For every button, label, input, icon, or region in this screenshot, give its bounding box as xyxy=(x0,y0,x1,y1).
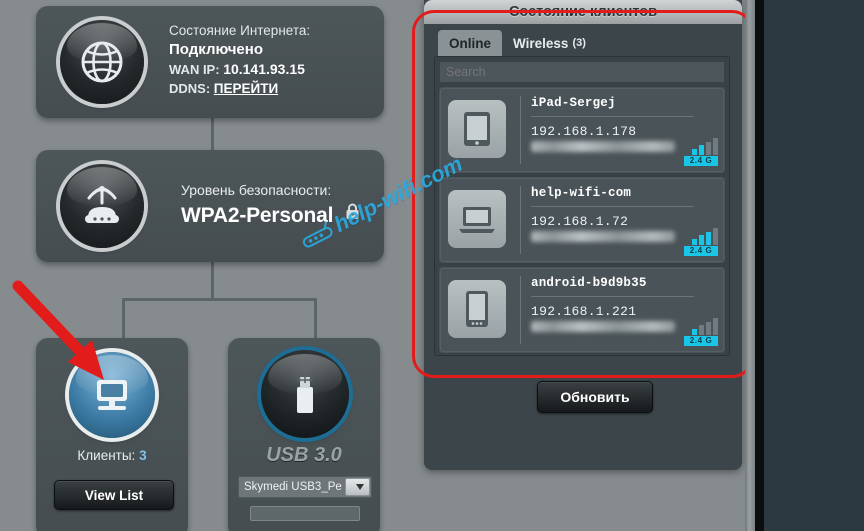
phone-icon xyxy=(448,280,506,338)
clients-count-label: Клиенты: xyxy=(77,448,136,463)
client-row-2[interactable]: android-b9d9b35 192.168.1.221 2.4 G xyxy=(439,267,725,353)
tablet-icon xyxy=(448,100,506,158)
clients-card[interactable]: Клиенты: 3 View List xyxy=(36,338,188,531)
internet-status-text: Состояние Интернета: Подключено WAN IP: … xyxy=(169,22,310,98)
client-mac-blurred-2 xyxy=(531,321,676,332)
refresh-button[interactable]: Обновить xyxy=(537,381,653,413)
band-badge-0: 2.4 G xyxy=(684,156,718,166)
client-list: iPad-Sergej 192.168.1.178 2.4 G xyxy=(434,56,730,356)
connector-line xyxy=(122,298,125,338)
client-row-1[interactable]: help-wifi-com 192.168.1.72 2.4 G xyxy=(439,177,725,263)
signal-bars-icon xyxy=(684,318,718,335)
client-status-tabs: Online Wireless (3) xyxy=(438,30,597,56)
usb-card[interactable]: USB 3.0 Skymedi USB3_Pe xyxy=(228,338,380,531)
usb-device-select[interactable]: Skymedi USB3_Pe xyxy=(238,476,372,498)
connector-line xyxy=(122,298,317,301)
clients-count-caption: Клиенты: 3 xyxy=(36,448,188,463)
tab-wireless-label: Wireless xyxy=(513,35,569,51)
laptop-icon xyxy=(448,190,506,248)
ddns-link[interactable]: ПЕРЕЙТИ xyxy=(214,81,278,96)
client-ip-0: 192.168.1.178 xyxy=(531,124,637,139)
ddns-row: DDNS: ПЕРЕЙТИ xyxy=(169,79,310,98)
tab-online-label: Online xyxy=(449,35,492,51)
wan-ip-value: 10.141.93.15 xyxy=(223,61,305,77)
lock-icon xyxy=(345,200,360,228)
wan-ip-row: WAN IP: 10.141.93.15 xyxy=(169,60,310,79)
signal-bars-icon xyxy=(684,228,718,245)
signal-bars-icon xyxy=(684,138,718,155)
security-level-text: Уровень безопасности: WPA2-Personal xyxy=(181,180,360,230)
monitor-icon xyxy=(69,352,155,438)
divider xyxy=(531,296,694,297)
router-dashboard: Состояние Интернета: Подключено WAN IP: … xyxy=(0,0,755,531)
view-list-button[interactable]: View List xyxy=(54,480,174,510)
globe-icon xyxy=(60,20,144,104)
security-level-label: Уровень безопасности: xyxy=(181,182,332,198)
client-status-title: Состояние клиентов xyxy=(424,0,742,24)
tab-wireless[interactable]: Wireless (3) xyxy=(502,30,597,56)
divider xyxy=(531,206,694,207)
search-input[interactable] xyxy=(439,61,725,83)
signal-indicator-0: 2.4 G xyxy=(684,138,718,166)
band-badge-2: 2.4 G xyxy=(684,336,718,346)
clients-count-value: 3 xyxy=(139,448,147,463)
client-ip-2: 192.168.1.221 xyxy=(531,304,637,319)
security-level-card[interactable]: Уровень безопасности: WPA2-Personal xyxy=(36,150,384,262)
ddns-label: DDNS: xyxy=(169,81,211,96)
usb-capacity-bar xyxy=(250,506,360,521)
wan-ip-label: WAN IP: xyxy=(169,62,220,77)
internet-status-value: Подключено xyxy=(169,41,263,58)
router-signal-icon xyxy=(60,164,144,248)
client-name-0: iPad-Sergej xyxy=(531,96,616,110)
connector-line xyxy=(211,118,214,150)
tab-online[interactable]: Online xyxy=(438,30,503,56)
signal-indicator-1: 2.4 G xyxy=(684,228,718,256)
client-name-2: android-b9d9b35 xyxy=(531,276,647,290)
client-mac-blurred-0 xyxy=(531,141,676,152)
usb-device-value: Skymedi USB3_Pe xyxy=(244,481,342,493)
client-row-0[interactable]: iPad-Sergej 192.168.1.178 2.4 G xyxy=(439,87,725,173)
security-level-value: WPA2-Personal xyxy=(181,204,334,227)
client-mac-blurred-1 xyxy=(531,231,676,242)
usb-drive-icon xyxy=(261,350,349,438)
client-ip-1: 192.168.1.72 xyxy=(531,214,629,229)
divider xyxy=(531,116,694,117)
chevron-down-icon[interactable] xyxy=(345,478,370,496)
internet-status-label: Состояние Интернета: xyxy=(169,23,311,38)
band-badge-1: 2.4 G xyxy=(684,246,718,256)
usb-title: USB 3.0 xyxy=(266,444,342,466)
tab-wireless-count: (3) xyxy=(572,37,586,49)
connector-line xyxy=(211,262,214,300)
client-name-1: help-wifi-com xyxy=(531,186,632,200)
connector-line xyxy=(314,298,317,338)
signal-indicator-2: 2.4 G xyxy=(684,318,718,346)
security-level-value-row: WPA2-Personal xyxy=(181,200,360,230)
page-background xyxy=(755,0,864,531)
internet-status-card[interactable]: Состояние Интернета: Подключено WAN IP: … xyxy=(36,6,384,118)
